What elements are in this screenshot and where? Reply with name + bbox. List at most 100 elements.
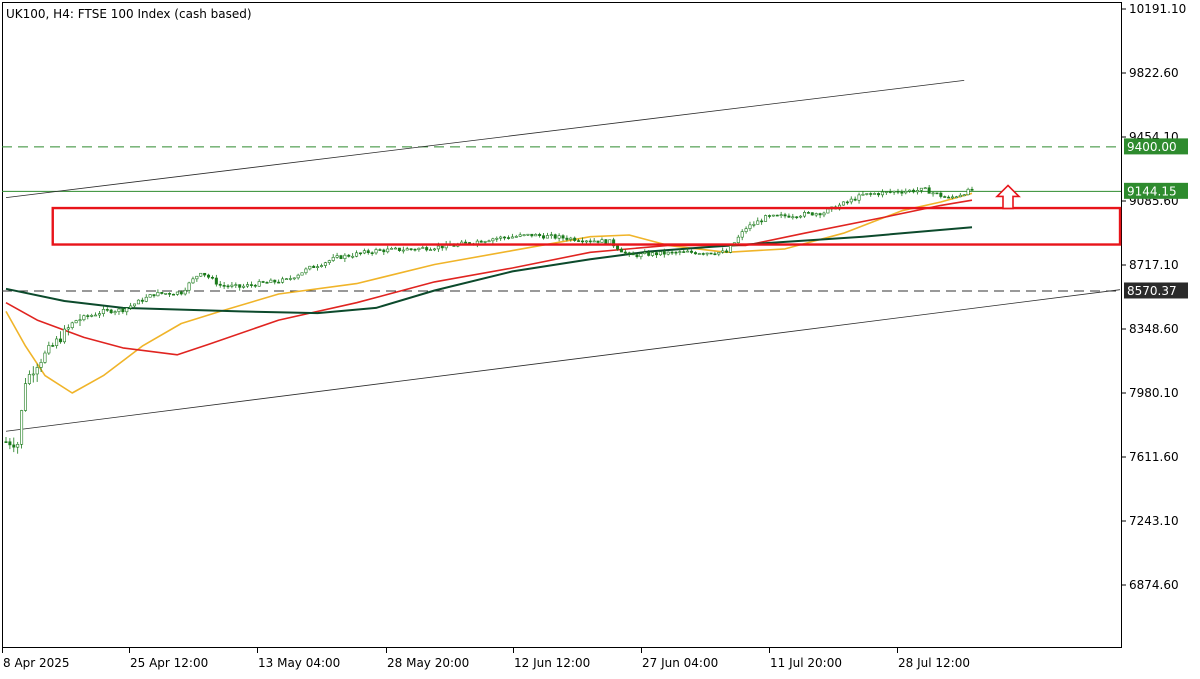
candle-body	[362, 250, 366, 254]
candle-body	[140, 299, 144, 302]
candle-body	[561, 235, 565, 239]
candle-body	[55, 338, 59, 346]
candle-body	[382, 249, 386, 253]
candle-body	[20, 410, 24, 445]
candle-body	[109, 309, 113, 314]
y-tick-label: 8348.60	[1129, 322, 1179, 336]
candle-body	[756, 220, 760, 225]
candle-body	[413, 248, 417, 251]
candle-body	[222, 285, 226, 287]
price-chart[interactable]: 10191.109822.609454.109085.608717.108348…	[0, 0, 1200, 675]
candle-body	[545, 235, 549, 239]
candle-body	[947, 196, 951, 199]
candle-body	[234, 284, 238, 286]
candle-body	[573, 237, 577, 241]
candle-body	[939, 192, 943, 197]
x-tick-label: 13 May 04:00	[258, 656, 340, 670]
candle-body	[199, 272, 203, 277]
candle-body	[323, 262, 327, 266]
candle-body	[658, 251, 662, 256]
candle-body	[440, 245, 444, 249]
candle-body	[292, 277, 296, 280]
candle-body	[210, 276, 214, 279]
candle-body	[277, 281, 281, 284]
candle-body	[113, 311, 117, 314]
candle-body	[662, 251, 666, 255]
candle-body	[62, 328, 66, 343]
candle-body	[47, 345, 51, 354]
candle-body	[643, 252, 647, 254]
candle-body	[405, 248, 409, 251]
candle-body	[892, 190, 896, 193]
candle-body	[183, 289, 187, 295]
candle-body	[888, 191, 892, 193]
y-tick-label: 6874.60	[1129, 578, 1179, 592]
y-tick-label: 7243.10	[1129, 514, 1179, 528]
candle-body	[927, 187, 931, 194]
candle-body	[588, 240, 592, 243]
candle-body	[168, 293, 172, 295]
candle-body	[514, 236, 518, 238]
candle-body	[869, 193, 873, 195]
candle-body	[791, 216, 795, 219]
candle-body	[896, 190, 900, 193]
candle-body	[678, 251, 682, 253]
candle-body	[499, 236, 503, 239]
candle-body	[849, 198, 853, 203]
candle-body	[604, 239, 608, 244]
candle-body	[156, 292, 160, 297]
candle-body	[553, 234, 557, 239]
candle-body	[779, 214, 783, 217]
candle-body	[78, 319, 82, 322]
candle-body	[12, 444, 16, 448]
candle-body	[432, 248, 436, 251]
candle-body	[327, 260, 331, 263]
candle-body	[281, 278, 285, 283]
candle-body	[97, 313, 101, 316]
candle-body	[246, 284, 250, 287]
candle-body	[616, 245, 620, 250]
candle-body	[300, 272, 304, 276]
candle-body	[783, 214, 787, 217]
candle-body	[760, 220, 764, 223]
candle-body	[748, 224, 752, 229]
candle-body	[339, 255, 343, 259]
candle-body	[320, 265, 324, 267]
candle-body	[795, 216, 799, 219]
candle-body	[690, 250, 694, 253]
candle-body	[931, 192, 935, 195]
candle-body	[394, 247, 398, 250]
candle-body	[915, 190, 919, 193]
candle-body	[160, 292, 164, 294]
candle-body	[136, 299, 140, 305]
candle-body	[651, 252, 655, 256]
candle-body	[479, 240, 483, 243]
price-tag-label: 9144.15	[1127, 184, 1177, 198]
candle-body	[464, 241, 468, 244]
candle-body	[148, 294, 152, 298]
candle-body	[397, 247, 401, 251]
candle-body	[8, 441, 12, 446]
candle-body	[370, 252, 374, 255]
candle-body	[857, 194, 861, 201]
x-tick-label: 12 Jun 12:00	[514, 656, 590, 670]
candle-body	[386, 248, 390, 253]
candle-body	[249, 284, 253, 286]
candle-body	[218, 283, 222, 286]
candle-body	[74, 320, 78, 324]
candle-body	[152, 294, 156, 297]
candle-body	[822, 212, 826, 216]
candle-body	[557, 235, 561, 239]
candle-body	[331, 257, 335, 261]
candle-body	[133, 303, 137, 307]
candle-body	[347, 254, 351, 257]
candle-body	[639, 253, 643, 258]
candle-body	[39, 362, 43, 368]
price-tags-layer: 9400.00 9144.15 8570.37	[1124, 138, 1188, 299]
candle-body	[265, 282, 269, 284]
candle-body	[682, 251, 686, 253]
candle-body	[686, 250, 690, 253]
price-tag-label: 9400.00	[1127, 140, 1177, 154]
candle-body	[351, 255, 355, 258]
candle-body	[242, 285, 246, 288]
